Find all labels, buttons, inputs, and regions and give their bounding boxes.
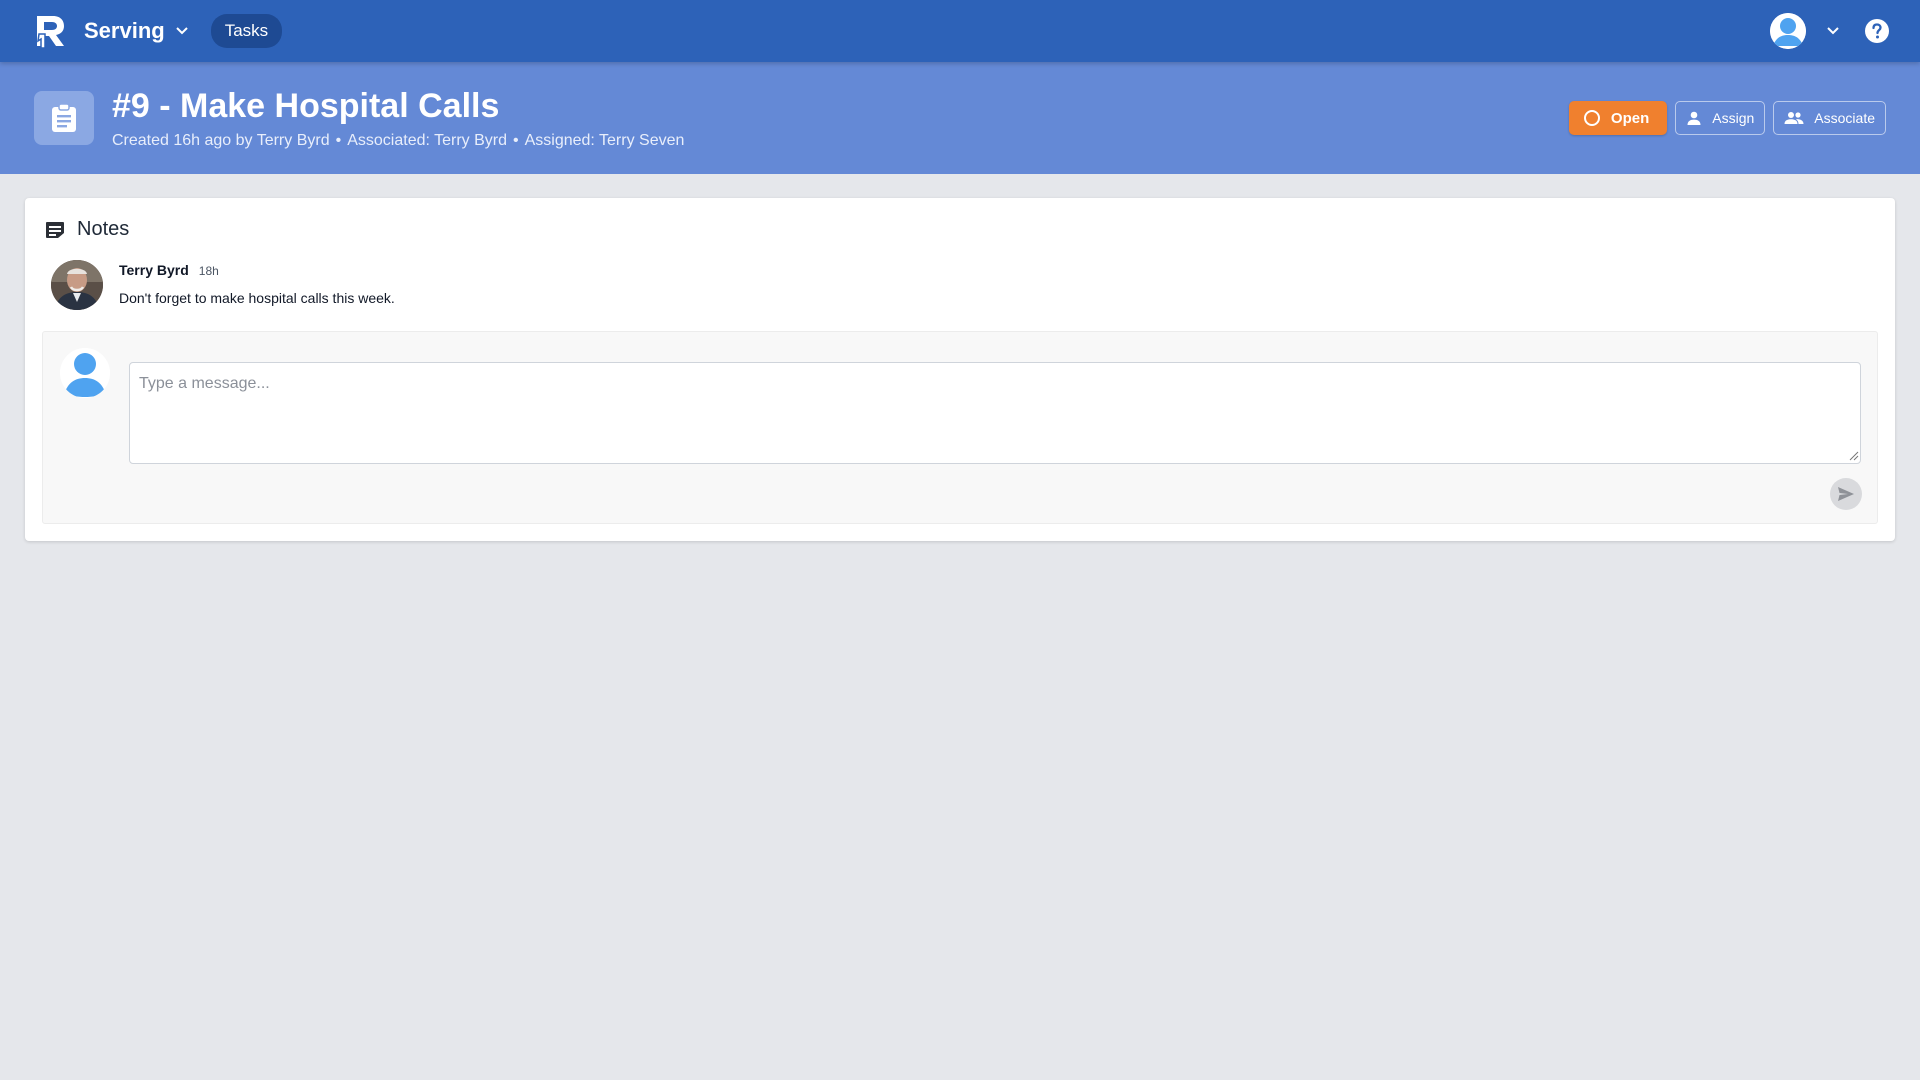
notes-card: Notes Terry Byrd 18h Don't forget to mak…	[25, 198, 1895, 541]
assign-button[interactable]: Assign	[1675, 101, 1766, 135]
associated-info: Associated: Terry Byrd	[347, 132, 507, 149]
message-composer	[42, 331, 1878, 524]
app-name: Serving	[84, 18, 165, 43]
task-meta: Created 16h ago by Terry Byrd • Associat…	[112, 132, 684, 150]
send-icon	[1838, 487, 1854, 501]
tab-tasks[interactable]: Tasks	[210, 14, 283, 48]
note-timestamp: 18h	[198, 264, 219, 278]
status-open-button[interactable]: Open	[1568, 101, 1668, 135]
brand-logo[interactable]	[30, 11, 70, 51]
note-text: Don't forget to make hospital calls this…	[119, 290, 395, 306]
app-switcher[interactable]: Serving	[84, 18, 189, 44]
help-icon[interactable]	[1864, 18, 1890, 44]
people-icon	[1784, 112, 1804, 124]
associate-label: Associate	[1814, 110, 1875, 126]
meta-separator: •	[512, 132, 519, 149]
task-icon-box	[34, 91, 94, 145]
note-author: Terry Byrd	[119, 262, 189, 278]
person-icon	[1687, 111, 1701, 125]
user-menu-avatar[interactable]	[1770, 13, 1806, 49]
message-input[interactable]	[129, 362, 1861, 464]
chevron-down-icon	[175, 26, 189, 36]
clipboard-icon	[52, 103, 76, 132]
user-menu-chevron-icon[interactable]	[1826, 26, 1840, 36]
send-button[interactable]	[1830, 478, 1862, 510]
user-avatar-icon	[1770, 13, 1806, 49]
assign-label: Assign	[1712, 110, 1755, 126]
status-label: Open	[1610, 109, 1650, 127]
notes-title: Notes	[77, 218, 130, 240]
note-item: Terry Byrd 18h Don't forget to make hosp…	[51, 260, 395, 310]
associate-button[interactable]: Associate	[1773, 101, 1886, 135]
notes-icon	[46, 221, 64, 238]
assigned-info: Assigned: Terry Seven	[524, 132, 685, 149]
circle-icon	[1583, 110, 1600, 126]
user-avatar-icon	[60, 348, 110, 398]
meta-separator: •	[335, 132, 342, 149]
top-navigation-bar: Serving Tasks	[0, 0, 1920, 62]
resize-handle-icon[interactable]	[1849, 448, 1859, 466]
avatar	[51, 260, 103, 310]
task-header: #9 - Make Hospital Calls Created 16h ago…	[0, 62, 1920, 174]
created-info: Created 16h ago by Terry Byrd	[112, 132, 330, 149]
page-title: #9 - Make Hospital Calls	[112, 87, 500, 125]
current-user-avatar	[60, 348, 110, 398]
